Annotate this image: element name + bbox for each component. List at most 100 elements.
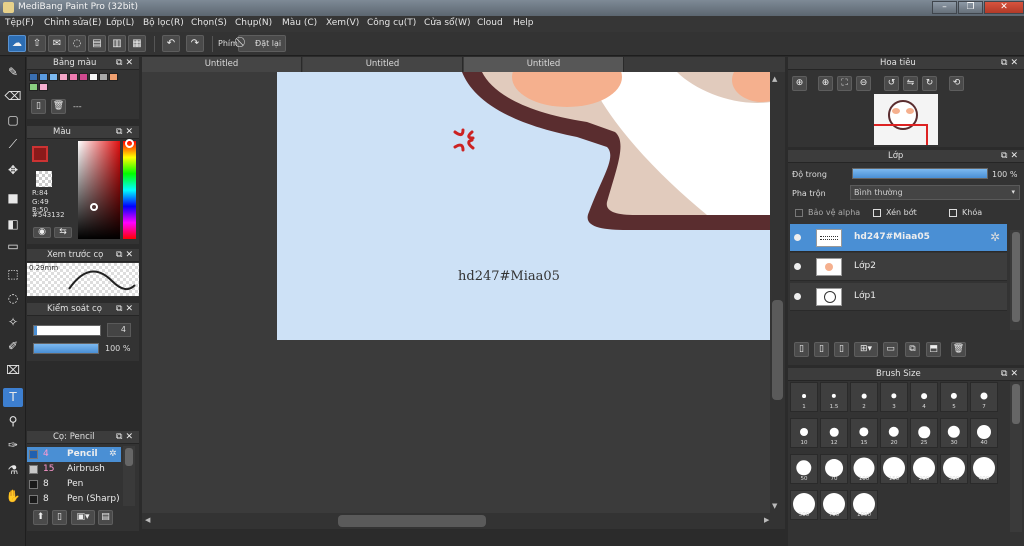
add-layer-menu-icon[interactable]: ⊞▾: [854, 342, 878, 357]
comment-icon[interactable]: ✉: [48, 35, 66, 52]
divide-tool-icon[interactable]: ⚲: [3, 412, 23, 431]
foreground-color-swatch[interactable]: [32, 146, 48, 162]
brush-item-airbrush[interactable]: 15 Airbrush: [27, 462, 121, 477]
menu-tools[interactable]: Công cụ(T): [367, 18, 416, 28]
tab-untitled-1[interactable]: Untitled: [142, 57, 302, 72]
palette-swatch[interactable]: [79, 73, 88, 81]
bucket-tool-icon[interactable]: ◧: [3, 215, 23, 234]
brush-item-pen-sharp[interactable]: 8 Pen (Sharp): [27, 492, 121, 507]
layer-row[interactable]: hd247#Miaa05 ✲: [790, 224, 1007, 252]
menu-cloud[interactable]: Cloud: [477, 18, 503, 28]
brush-size-cell[interactable]: 4: [910, 382, 938, 412]
visibility-icon[interactable]: [794, 234, 801, 241]
menu-view[interactable]: Xem(V): [326, 18, 359, 28]
layer-opacity-slider[interactable]: [852, 168, 988, 179]
brush-size-cell[interactable]: 500: [790, 490, 818, 520]
palette-swatch[interactable]: [89, 73, 98, 81]
panel-controls-icon[interactable]: ⧉✕: [1001, 150, 1021, 163]
close-button[interactable]: ✕: [984, 1, 1024, 14]
panel-controls-icon[interactable]: ⧉✕: [1001, 57, 1021, 70]
select-pen-icon[interactable]: ✐: [3, 337, 23, 356]
palette-swatch[interactable]: [49, 73, 58, 81]
palette-swatch[interactable]: [29, 73, 38, 81]
cloud-icon[interactable]: ☁: [8, 35, 26, 52]
delete-swatch-icon[interactable]: 🗑: [51, 99, 66, 114]
layer-row[interactable]: Lớp2: [790, 253, 1007, 281]
brush-size-cell[interactable]: 3: [880, 382, 908, 412]
blend-mode-select[interactable]: Bình thường ▾: [850, 185, 1020, 200]
scroll-left-icon[interactable]: ◀: [145, 516, 150, 524]
canvas-horizontal-scrollbar[interactable]: ◀ ▶: [142, 513, 785, 529]
document-icon[interactable]: ▤: [88, 35, 106, 52]
brush-menu-icon[interactable]: ▣▾: [71, 510, 95, 525]
menu-capture[interactable]: Chụp(N): [235, 18, 272, 28]
brush-new-icon[interactable]: ▯: [52, 510, 67, 525]
minimize-button[interactable]: –: [932, 1, 957, 14]
panel-controls-icon[interactable]: ⧉✕: [116, 303, 136, 316]
hue-slider-handle[interactable]: [125, 139, 134, 148]
brush-size-cell[interactable]: 150: [880, 454, 908, 484]
brush-size-cell[interactable]: 200: [910, 454, 938, 484]
select-eraser-icon[interactable]: ⌧: [3, 361, 23, 380]
brush-size-input[interactable]: 4: [107, 323, 131, 337]
menu-file[interactable]: Tệp(F): [5, 18, 34, 28]
brush-size-cell[interactable]: 100: [850, 454, 878, 484]
grid-icon[interactable]: ▦: [128, 35, 146, 52]
hue-slider[interactable]: [123, 141, 136, 239]
hand-tool-icon[interactable]: ✋: [3, 487, 23, 506]
scroll-down-icon[interactable]: ▼: [772, 502, 777, 510]
eraser-tool-icon[interactable]: ⌫: [3, 87, 23, 106]
merge-layer-icon[interactable]: ⬒: [926, 342, 941, 357]
palette-swatch[interactable]: [39, 83, 48, 91]
lock-checkbox[interactable]: [949, 209, 957, 217]
palette-swatch[interactable]: [109, 73, 118, 81]
palette-swatch[interactable]: [59, 73, 68, 81]
horizontal-scroll-thumb[interactable]: [338, 515, 486, 527]
rect-tool-icon[interactable]: ▢: [3, 111, 23, 130]
brush-size-cell[interactable]: 15: [850, 418, 878, 448]
chat-icon[interactable]: ◌: [68, 35, 86, 52]
brush-size-cell[interactable]: 5: [940, 382, 968, 412]
brush-size-cell[interactable]: 30: [940, 418, 968, 448]
menu-help[interactable]: Help: [513, 18, 534, 28]
duplicate-layer-icon[interactable]: ⧉: [905, 342, 920, 357]
lasso-icon[interactable]: ◌: [3, 289, 23, 308]
tab-untitled-3[interactable]: Untitled: [464, 57, 624, 72]
select-rect-icon[interactable]: ⬚: [3, 265, 23, 284]
menu-window[interactable]: Cửa sổ(W): [424, 18, 470, 28]
fill-rect-tool-icon[interactable]: ■: [3, 189, 23, 208]
brush-item-pen[interactable]: 8 Pen: [27, 477, 121, 492]
brush-tool-icon[interactable]: ✎: [3, 63, 23, 82]
palette-swatch[interactable]: [29, 83, 38, 91]
brush-size-scrollbar[interactable]: [1010, 382, 1022, 532]
rotate-right-icon[interactable]: ↻: [922, 76, 937, 91]
layer-row[interactable]: Lớp1: [790, 283, 1007, 311]
dropper-tool-icon[interactable]: ✑: [3, 436, 23, 455]
move-tool-icon[interactable]: ✥: [3, 161, 23, 180]
brush-opacity-slider[interactable]: [33, 343, 99, 354]
zoom-out-icon[interactable]: ⊖: [856, 76, 871, 91]
color-sv-picker[interactable]: [78, 141, 120, 239]
color-mode-icon[interactable]: ◉: [33, 227, 51, 238]
zoom-in-icon[interactable]: ⊕: [792, 76, 807, 91]
line-tool-icon[interactable]: ⟋: [3, 135, 23, 154]
eyedropper-icon[interactable]: ⚗: [3, 461, 23, 480]
panel-controls-icon[interactable]: ⧉✕: [116, 126, 136, 139]
scroll-up-icon[interactable]: ▲: [772, 75, 777, 83]
restore-button[interactable]: ❐: [958, 1, 983, 14]
undo-icon[interactable]: ↶: [162, 35, 180, 52]
brush-size-slider[interactable]: [33, 325, 101, 336]
brush-size-cell[interactable]: 12: [820, 418, 848, 448]
menu-filter[interactable]: Bộ lọc(R): [143, 18, 184, 28]
brush-size-cell[interactable]: 70: [820, 454, 848, 484]
brush-size-cell[interactable]: 50: [790, 454, 818, 484]
new-swatch-icon[interactable]: ▯: [31, 99, 46, 114]
gear-icon[interactable]: ✲: [990, 230, 1000, 244]
menu-layer[interactable]: Lớp(L): [106, 18, 134, 28]
brush-size-cell[interactable]: 300: [940, 454, 968, 484]
navigator-preview[interactable]: [874, 94, 938, 145]
trash-icon[interactable]: 🗑: [951, 342, 966, 357]
visibility-icon[interactable]: [794, 293, 801, 300]
brush-size-cell[interactable]: 1: [790, 382, 818, 412]
upload-icon[interactable]: ⇧: [28, 35, 46, 52]
